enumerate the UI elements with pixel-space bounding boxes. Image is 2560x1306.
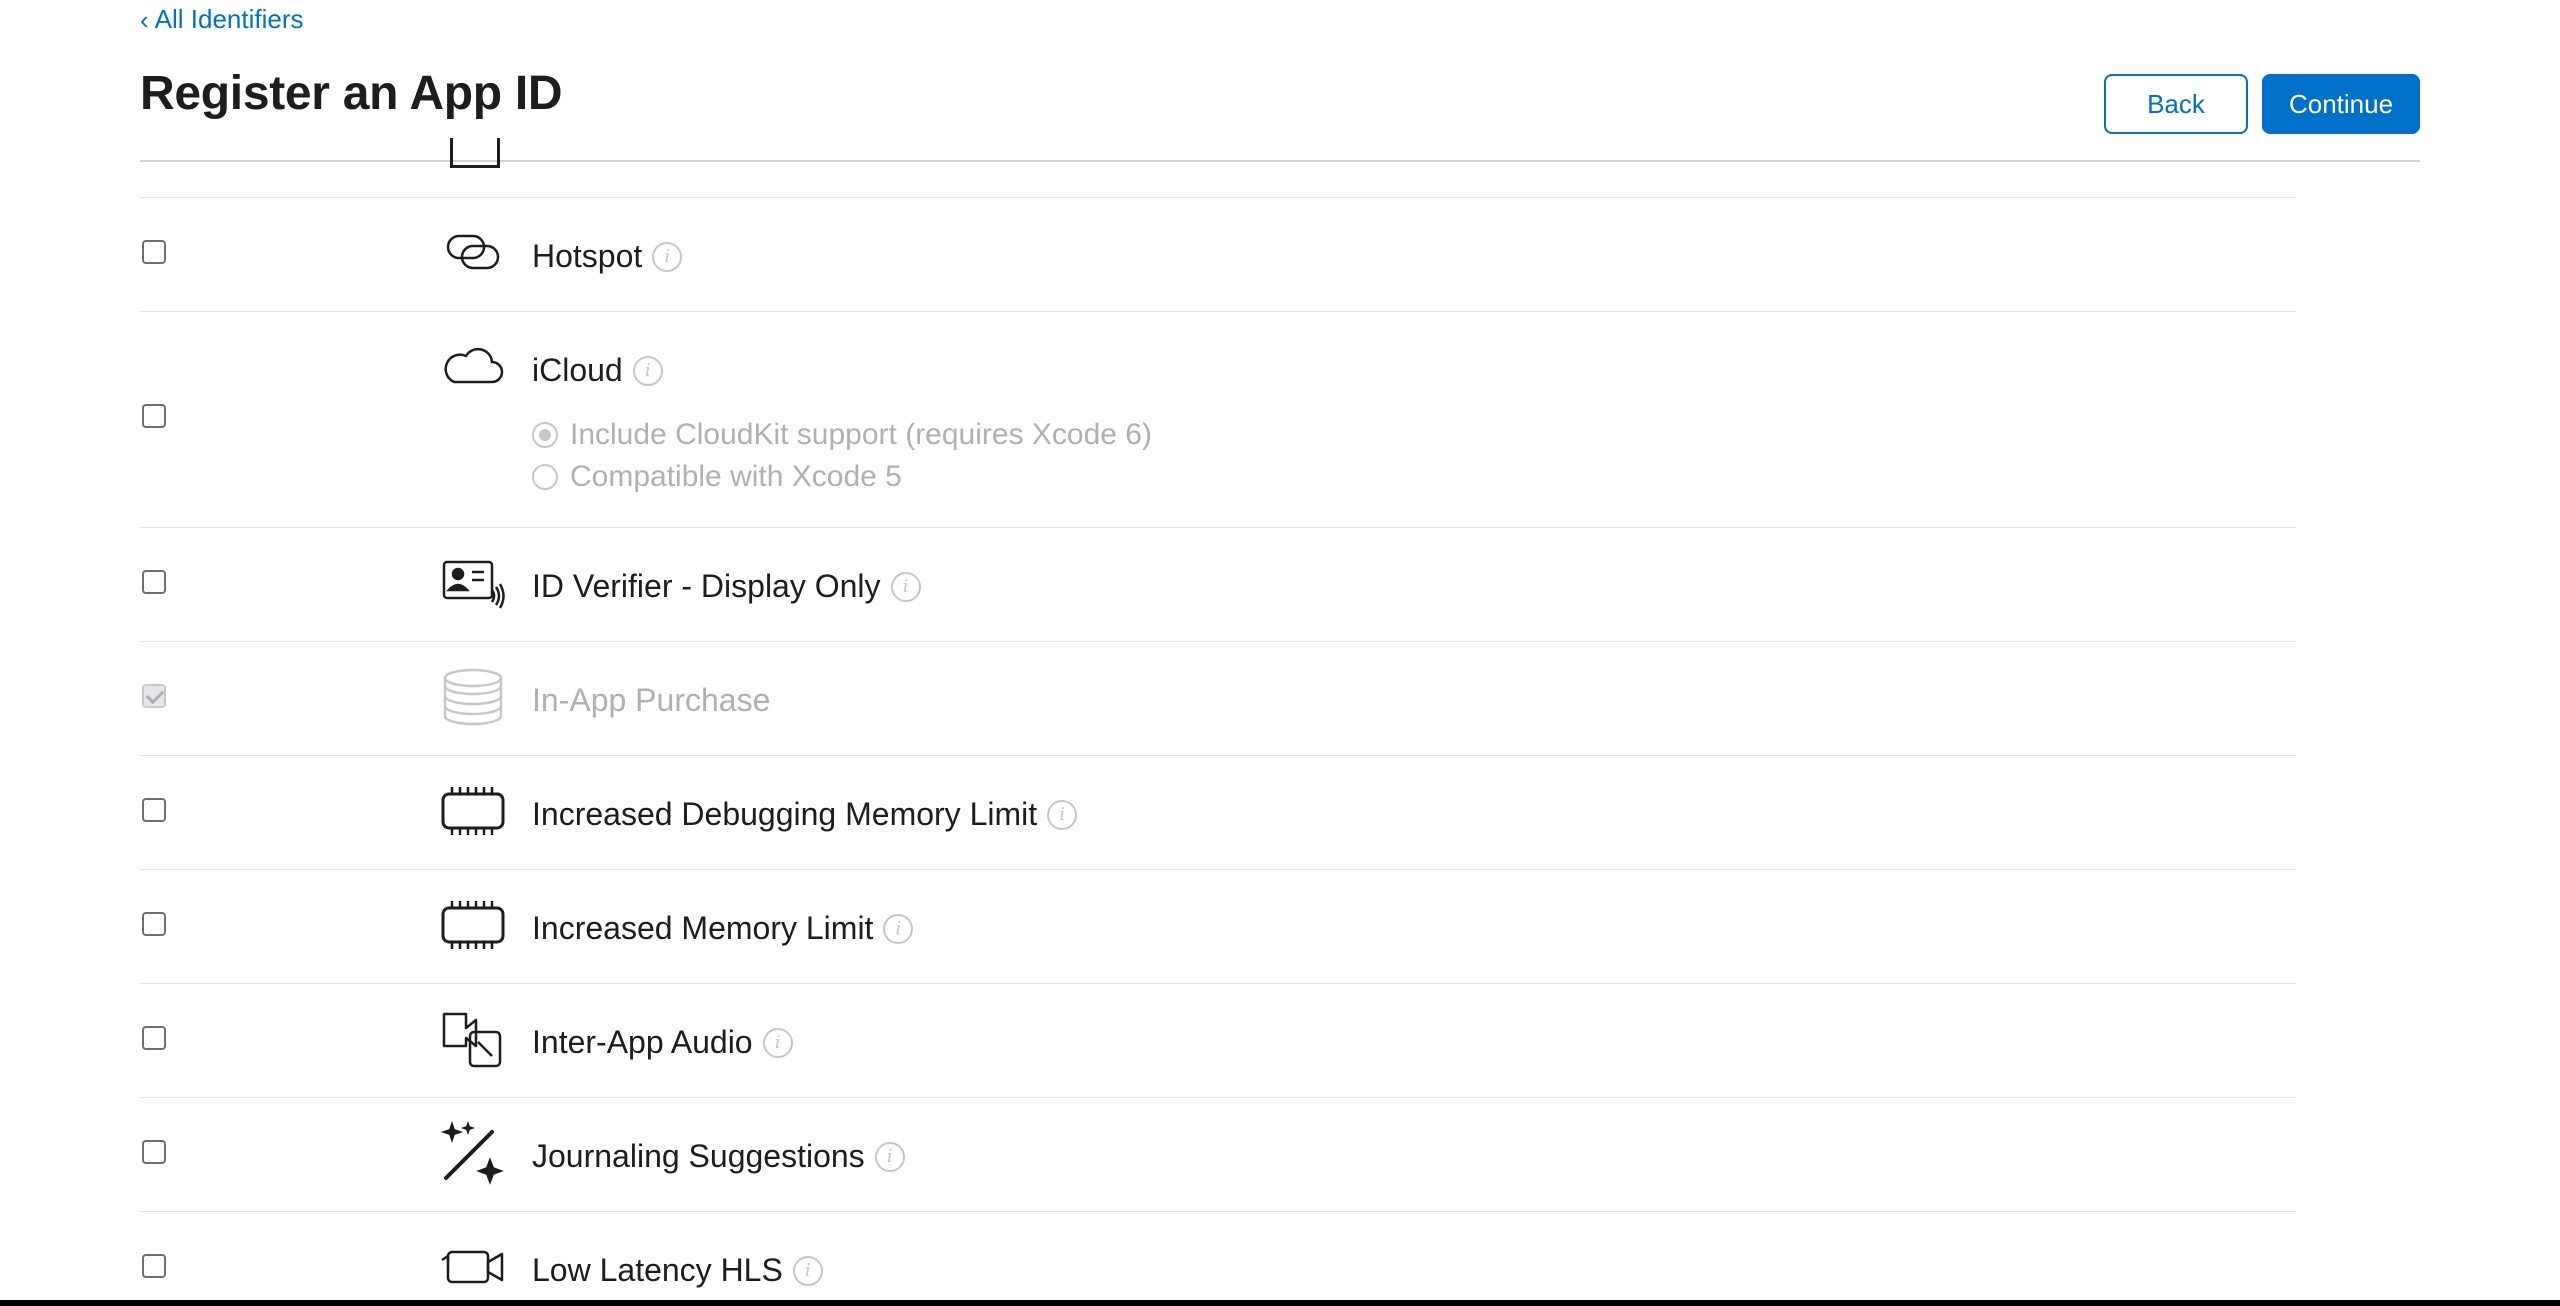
cloudkit-option[interactable]: Include CloudKit support (requires Xcode… [532, 418, 1152, 452]
memory-chip-icon [440, 892, 506, 958]
debugging-memory-label: Increased Debugging Memory Limit i [532, 796, 1078, 833]
capability-row-debugging-memory: Increased Debugging Memory Limit i [140, 756, 2296, 870]
icloud-checkbox[interactable] [142, 404, 166, 428]
inter-app-audio-label: Inter-App Audio i [532, 1024, 793, 1061]
id-card-icon [440, 550, 506, 616]
magic-wand-icon [440, 1120, 506, 1186]
info-icon[interactable]: i [890, 571, 921, 602]
in-app-purchase-label: In-App Purchase [532, 682, 771, 718]
page-title: Register an App ID [140, 67, 563, 120]
back-button[interactable]: Back [2104, 74, 2248, 134]
info-icon[interactable]: i [762, 1027, 793, 1058]
info-icon[interactable]: i [632, 355, 663, 386]
capability-row-low-latency-hls: Low Latency HLS i [140, 1212, 2296, 1306]
hotspot-checkbox[interactable] [142, 240, 166, 264]
capability-row-journaling-suggestions: Journaling Suggestions i [140, 1098, 2296, 1212]
id-verifier-label: ID Verifier - Display Only i [532, 568, 921, 605]
xcode5-option[interactable]: Compatible with Xcode 5 [532, 460, 902, 494]
memory-limit-checkbox[interactable] [142, 912, 166, 936]
all-identifiers-label: All Identifiers [154, 4, 304, 34]
info-icon[interactable]: i [1047, 799, 1078, 830]
all-identifiers-link[interactable]: ‹ All Identifiers [140, 4, 304, 35]
window-bottom-edge [0, 1300, 2560, 1306]
inter-app-audio-checkbox[interactable] [142, 1026, 166, 1050]
info-icon[interactable]: i [652, 241, 683, 272]
info-icon[interactable]: i [792, 1255, 823, 1286]
capabilities-list: Hotspot i iCloud i Include CloudKit supp… [140, 162, 2296, 1306]
xcode5-radio[interactable] [532, 464, 558, 490]
list-item [140, 162, 2296, 198]
memory-chip-icon [440, 778, 506, 844]
cloudkit-radio[interactable] [532, 422, 558, 448]
inter-app-audio-icon [440, 1006, 506, 1072]
capability-row-in-app-purchase: In-App Purchase [140, 642, 2296, 756]
hotspot-icon [440, 218, 506, 284]
id-verifier-checkbox[interactable] [142, 570, 166, 594]
journaling-suggestions-label: Journaling Suggestions i [532, 1138, 905, 1175]
memory-limit-label: Increased Memory Limit i [532, 910, 914, 947]
capability-row-hotspot: Hotspot i [140, 198, 2296, 312]
capability-row-icloud: iCloud i Include CloudKit support (requi… [140, 312, 2296, 528]
video-camera-icon [440, 1234, 506, 1300]
page: ‹ All Identifiers Register an App ID Bac… [0, 0, 2560, 1306]
in-app-purchase-checkbox [142, 684, 166, 708]
chevron-left-icon: ‹ [140, 4, 149, 35]
capability-row-memory-limit: Increased Memory Limit i [140, 870, 2296, 984]
xcode5-option-label: Compatible with Xcode 5 [570, 460, 902, 493]
info-icon[interactable]: i [874, 1141, 905, 1172]
capability-row-id-verifier: ID Verifier - Display Only i [140, 528, 2296, 642]
cloudkit-option-label: Include CloudKit support (requires Xcode… [570, 418, 1152, 451]
icloud-label: iCloud i [532, 352, 663, 389]
cloud-icon [440, 334, 506, 400]
continue-button[interactable]: Continue [2262, 74, 2420, 134]
hotspot-label: Hotspot i [532, 238, 683, 275]
low-latency-hls-label: Low Latency HLS i [532, 1252, 823, 1289]
low-latency-hls-checkbox[interactable] [142, 1254, 166, 1278]
debugging-memory-checkbox[interactable] [142, 798, 166, 822]
capability-row-inter-app-audio: Inter-App Audio i [140, 984, 2296, 1098]
coins-icon [440, 664, 506, 730]
info-icon[interactable]: i [883, 913, 914, 944]
journaling-suggestions-checkbox[interactable] [142, 1140, 166, 1164]
